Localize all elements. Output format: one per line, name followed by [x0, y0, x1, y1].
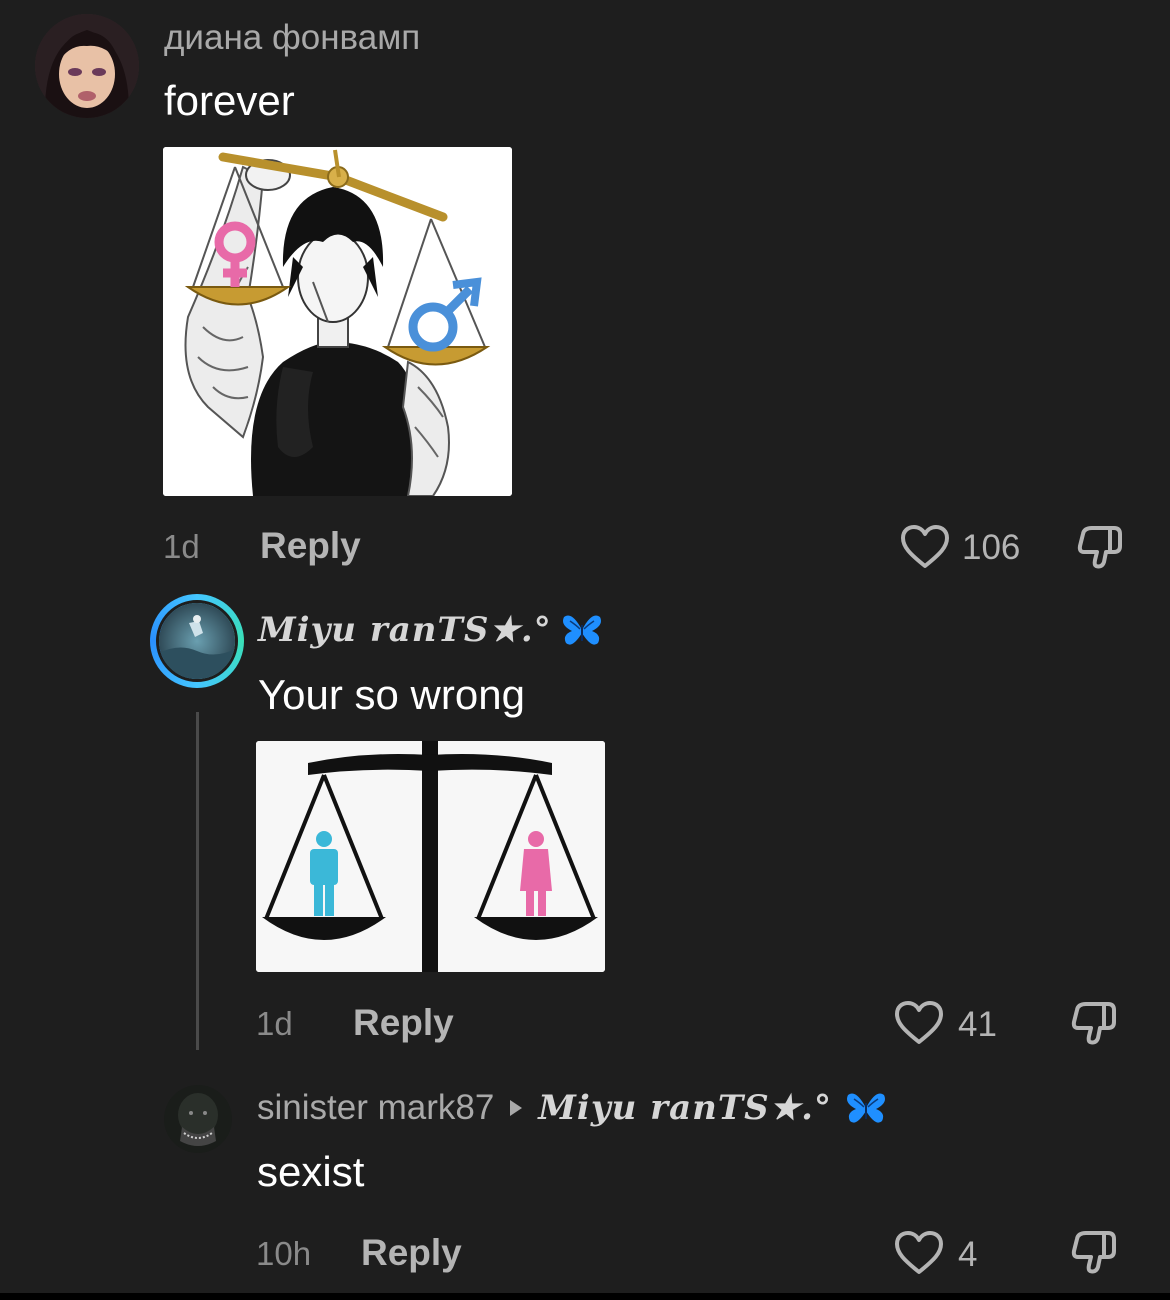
thumbs-down-icon[interactable] — [1074, 522, 1126, 574]
avatar-sinister[interactable] — [164, 1085, 232, 1153]
heart-outline-icon[interactable] — [900, 524, 950, 570]
comment-time: 1d — [256, 1005, 293, 1042]
thumbs-down-icon[interactable] — [1068, 998, 1120, 1050]
triangle-right-icon — [508, 1098, 524, 1118]
reply-button[interactable]: Reply — [361, 1232, 462, 1274]
comment-username[interactable]: диана фонвамп — [164, 18, 420, 58]
like-count: 41 — [958, 1005, 997, 1044]
blue-butterfly-icon — [562, 611, 602, 649]
heart-outline-icon[interactable] — [894, 1000, 944, 1046]
avatar-story-ring[interactable] — [150, 594, 244, 688]
comment-username[interactable]: sinister mark87 — [257, 1088, 494, 1128]
avatar-diana[interactable] — [35, 14, 139, 118]
comment-username[interactable]: Miyu ranTS★.° — [258, 610, 552, 650]
reply-button[interactable]: Reply — [260, 525, 361, 567]
reply-to-username[interactable]: Miyu ranTS★.° — [538, 1088, 832, 1128]
avatar-miyu — [156, 600, 238, 682]
comment-username-row: sinister mark87 Miyu ranTS★.° — [257, 1088, 886, 1128]
thread-line — [196, 712, 199, 1050]
comment-text: forever — [164, 77, 295, 124]
like-count: 106 — [962, 528, 1021, 567]
comment-image-scales-figures[interactable] — [256, 741, 605, 972]
reply-button[interactable]: Reply — [353, 1002, 454, 1044]
heart-outline-icon[interactable] — [894, 1230, 944, 1276]
comment-time: 1d — [163, 528, 200, 565]
comment-image-scales-anime[interactable] — [163, 147, 512, 496]
like-count: 4 — [958, 1235, 978, 1274]
comment-text: Your so wrong — [258, 671, 525, 718]
comment-time: 10h — [256, 1235, 312, 1272]
comment-text: sexist — [257, 1148, 365, 1195]
comment-username-row: Miyu ranTS★.° — [258, 610, 602, 650]
thumbs-down-icon[interactable] — [1068, 1227, 1120, 1279]
blue-butterfly-icon — [846, 1089, 886, 1127]
bottom-edge — [0, 1293, 1170, 1300]
